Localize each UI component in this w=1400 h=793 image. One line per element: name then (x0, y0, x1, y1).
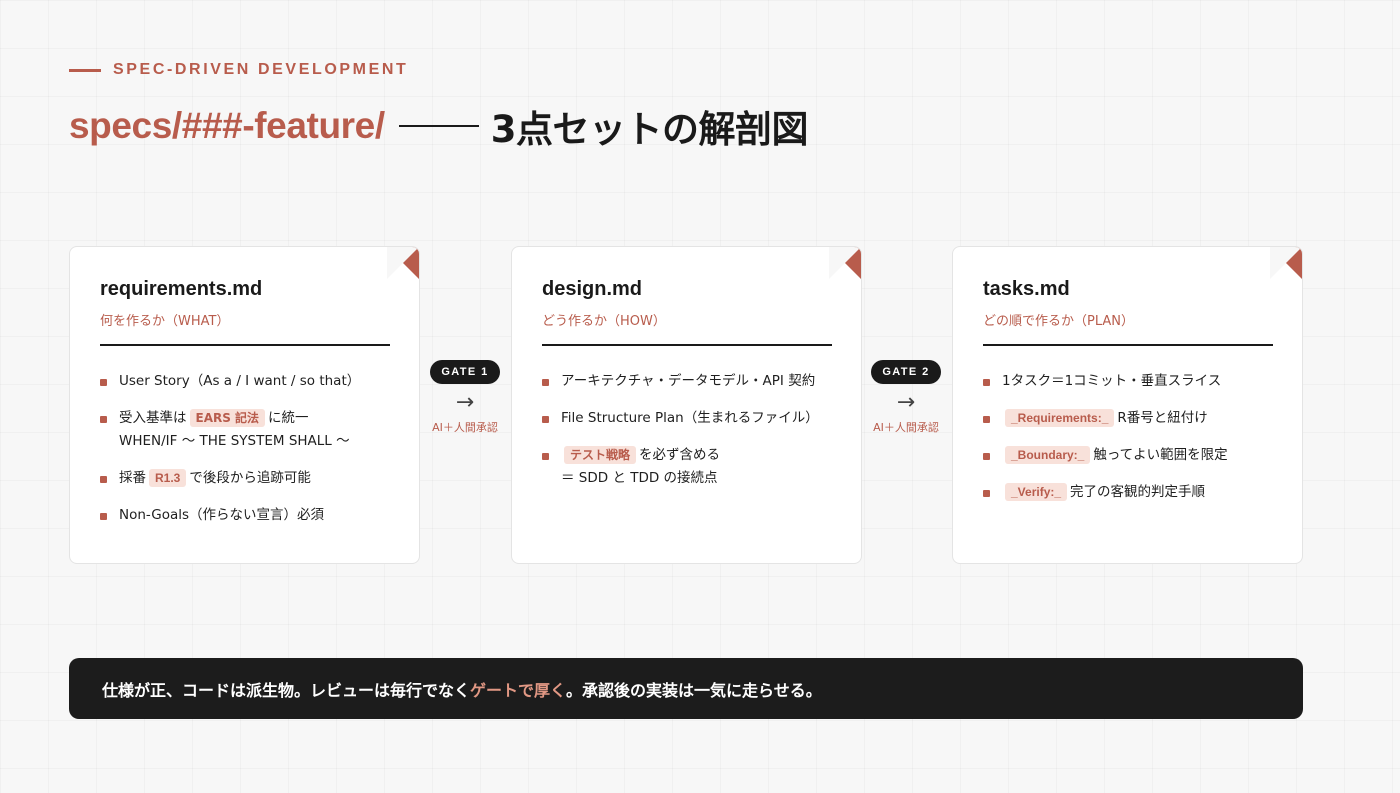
item-text: アーキテクチャ・データモデル・API 契約 (561, 373, 816, 389)
keyword-tag: R1.3 (149, 469, 187, 487)
item-text: 触ってよい範囲を限定 (1093, 447, 1228, 463)
card-subtitle: どの順で作るか（PLAN） (983, 314, 1134, 329)
folded-corner-icon (829, 247, 861, 279)
card-body: requirements.md 何を作るか（WHAT） User Story（A… (100, 277, 390, 541)
eyebrow-text: SPEC-DRIVEN DEVELOPMENT (113, 61, 409, 78)
title-dash (398, 125, 479, 127)
list-item: 受入基準は EARS 記法 に統一 WHEN/IF 〜 THE SYSTEM SHA… (100, 407, 390, 453)
card-title: tasks.md (983, 278, 1070, 300)
eyebrow: SPEC-DRIVEN DEVELOPMENT (69, 60, 408, 80)
banner-text: 仕様が正、コードは派生物。レビューは毎行でなく (102, 680, 471, 700)
list-item: アーキテクチャ・データモデル・API 契約 (542, 370, 832, 393)
right-arrow-icon: → (896, 390, 916, 415)
title-main: 3点セットの解剖図 (490, 108, 809, 151)
page-title: specs/###-feature/ 3点セットの解剖図 (69, 98, 808, 154)
item-text: に統一 (268, 410, 309, 426)
card-divider (100, 344, 390, 346)
title-path: specs/###-feature/ (69, 105, 385, 146)
card-title: requirements.md (100, 278, 263, 300)
item-text: User Story（As a / I want / so that） (119, 373, 361, 389)
banner-text: 。承認後の実装は一気に走らせる。 (566, 680, 822, 700)
list-item: Non-Goals（作らない宣言）必須 (100, 504, 390, 527)
card-list: アーキテクチャ・データモデル・API 契約 File Structure Pla… (542, 370, 832, 490)
item-text: 完了の客観的判定手順 (1070, 484, 1206, 500)
item-text: で後段から追跡可能 (189, 470, 311, 486)
gate-2: GATE 2 → AI＋人間承認 (861, 360, 951, 435)
item-subtext: ＝ SDD と TDD の接続点 (561, 470, 718, 486)
card-divider (542, 344, 832, 346)
gate-badge: GATE 1 (430, 360, 500, 384)
right-arrow-icon: → (455, 390, 475, 415)
card-title: design.md (542, 278, 643, 300)
card-requirements: requirements.md 何を作るか（WHAT） User Story（A… (69, 246, 420, 564)
card-list: 1タスク＝1コミット・垂直スライス _Requirements:_ R番号と紐付け… (983, 370, 1273, 504)
summary-banner: 仕様が正、コードは派生物。レビューは毎行でなく ゲートで厚く 。承認後の実装は一気に… (69, 658, 1303, 719)
list-item: User Story（As a / I want / so that） (100, 370, 390, 393)
item-text: R番号と紐付け (1117, 410, 1208, 426)
keyword-tag: _Boundary:_ (1005, 446, 1091, 464)
keyword-tag: EARS 記法 (189, 409, 266, 427)
item-subtext: WHEN/IF 〜 THE SYSTEM SHALL 〜 (119, 433, 350, 449)
card-design: design.md どう作るか（HOW） アーキテクチャ・データモデル・API … (511, 246, 862, 564)
gate-note: AI＋人間承認 (873, 421, 939, 434)
item-text: Non-Goals（作らない宣言）必須 (119, 507, 325, 523)
list-item: _Verify:_ 完了の客観的判定手順 (983, 481, 1273, 504)
list-item: 1タスク＝1コミット・垂直スライス (983, 370, 1273, 393)
card-body: tasks.md どの順で作るか（PLAN） 1タスク＝1コミット・垂直スライス… (983, 277, 1273, 518)
item-text: 1タスク＝1コミット・垂直スライス (1002, 373, 1222, 389)
gate-badge: GATE 2 (871, 360, 941, 384)
keyword-tag: _Verify:_ (1005, 483, 1068, 501)
list-item: _Boundary:_ 触ってよい範囲を限定 (983, 444, 1273, 467)
gate-note: AI＋人間承認 (432, 421, 498, 434)
list-item: 採番 R1.3 で後段から追跡可能 (100, 467, 390, 490)
card-tasks: tasks.md どの順で作るか（PLAN） 1タスク＝1コミット・垂直スライス… (952, 246, 1303, 564)
card-subtitle: 何を作るか（WHAT） (100, 314, 230, 329)
eyebrow-line (69, 68, 101, 72)
list-item: テスト戦略 を必ず含める ＝ SDD と TDD の接続点 (542, 444, 832, 490)
item-text: 採番 (119, 470, 146, 486)
keyword-tag: テスト戦略 (564, 446, 637, 464)
folded-corner-icon (1270, 247, 1302, 279)
card-body: design.md どう作るか（HOW） アーキテクチャ・データモデル・API … (542, 277, 832, 504)
list-item: File Structure Plan（生まれるファイル） (542, 407, 832, 430)
item-text: File Structure Plan（生まれるファイル） (561, 410, 819, 426)
card-divider (983, 344, 1273, 346)
card-list: User Story（As a / I want / so that） 受入基準… (100, 370, 390, 527)
keyword-tag: _Requirements:_ (1005, 409, 1115, 427)
gate-1: GATE 1 → AI＋人間承認 (420, 360, 510, 435)
item-text: を必ず含める (639, 447, 721, 463)
list-item: _Requirements:_ R番号と紐付け (983, 407, 1273, 430)
card-subtitle: どう作るか（HOW） (542, 314, 666, 329)
folded-corner-icon (387, 247, 419, 279)
item-text: 受入基準は (119, 410, 187, 426)
banner-highlight: ゲートで厚く (470, 680, 567, 700)
